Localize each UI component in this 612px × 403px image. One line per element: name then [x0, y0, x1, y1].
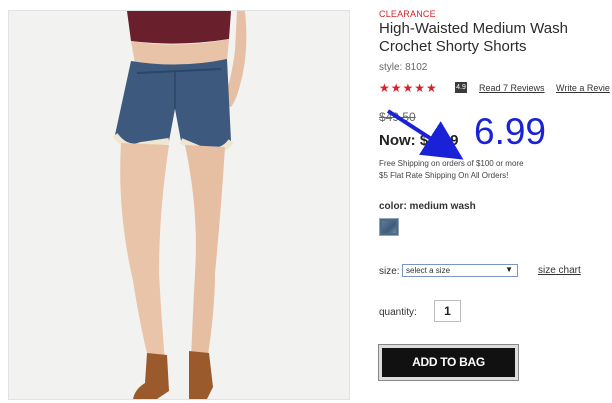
- annotation-arrow-icon: [386, 109, 464, 160]
- annotated-new-price: 6.99: [474, 111, 547, 152]
